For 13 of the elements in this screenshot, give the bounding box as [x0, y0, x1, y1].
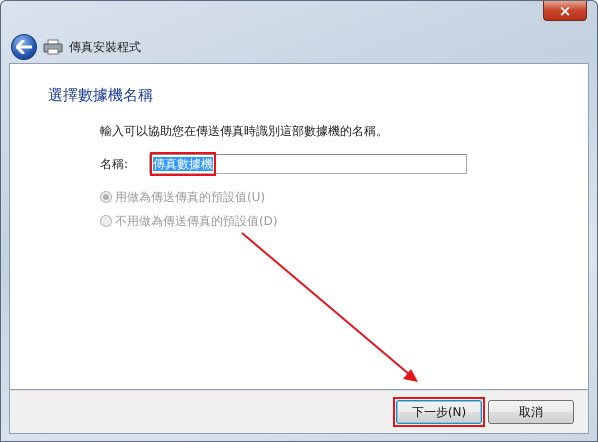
option-label: 用做為傳送傳真的預設值(U) [115, 188, 266, 206]
option-label: 不用做為傳送傳真的預設值(D) [115, 212, 278, 230]
close-button[interactable]: × [543, 1, 587, 21]
back-arrow-icon [16, 40, 32, 54]
fax-icon [43, 39, 63, 55]
next-button[interactable]: 下一步(N) [396, 400, 482, 424]
name-label: 名稱: [100, 156, 130, 172]
page-heading: 選擇數據機名稱 [48, 85, 154, 106]
field-value: 傳真數據機 [153, 156, 213, 170]
description-text: 輸入可以協助您在傳送傳真時識別這部數據機的名稱。 [100, 122, 389, 140]
cancel-button[interactable]: 取消 [488, 400, 574, 424]
window-title: 傳真安裝程式 [69, 39, 141, 56]
back-button[interactable] [11, 34, 37, 60]
